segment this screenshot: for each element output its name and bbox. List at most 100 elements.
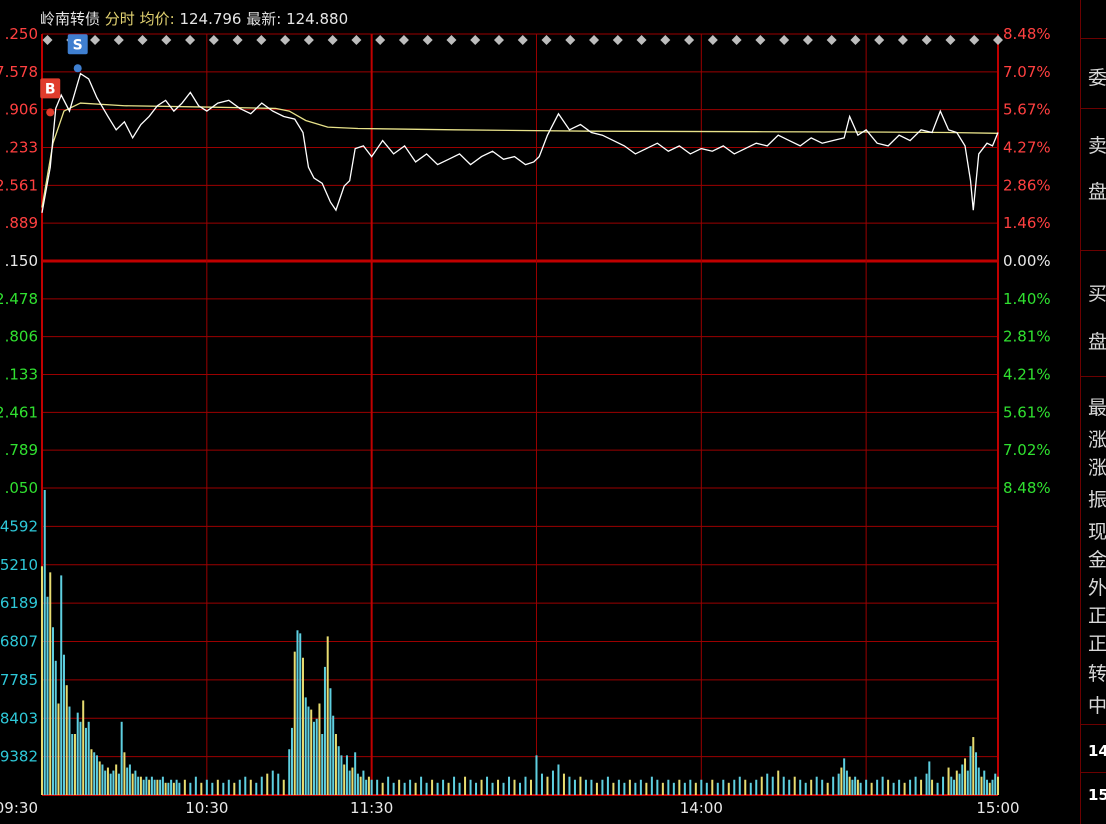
volume-bar (950, 776, 953, 795)
volume-bar (409, 779, 412, 795)
volume-bar (128, 764, 131, 795)
volume-bar (931, 779, 934, 795)
side-panel-label: 现 (1088, 521, 1106, 543)
side-panel-label: 盘 (1088, 331, 1106, 353)
event-diamond (327, 35, 338, 45)
volume-bar (650, 776, 653, 795)
side-panel-label: 外 (1088, 577, 1106, 599)
sell-point-dot (73, 64, 82, 73)
volume-bar (334, 734, 337, 795)
left-price-axis: .250 7.578 .906 .233 2.561 .889 .150 2.478 .806.… (0, 25, 38, 497)
volume-bar (733, 779, 736, 795)
volume-bar (856, 779, 859, 795)
side-quote-panel: 委卖盘买盘最涨涨振现金外正正转中 14 15 (1080, 0, 1106, 824)
chart-mode-label[interactable]: 分时 (105, 10, 135, 28)
volume-bar (398, 779, 401, 795)
volume-bar (216, 779, 219, 795)
volume-bar (936, 782, 939, 795)
volume-bar (255, 782, 258, 795)
left-price-tick: .233 (5, 139, 38, 157)
event-diamond (113, 35, 124, 45)
volume-bar (865, 779, 868, 795)
side-panel-label: 盘 (1088, 181, 1106, 203)
volume-bar (854, 776, 857, 795)
event-diamond (351, 35, 362, 45)
volume-bar (200, 782, 203, 795)
volume-bar (977, 767, 980, 795)
volume-bar (928, 761, 931, 795)
side-panel-label: 转 (1088, 663, 1106, 685)
volume-bar (749, 782, 752, 795)
volume-bar (529, 779, 532, 795)
chart-grid (41, 33, 999, 796)
volume-bar (914, 776, 917, 795)
volume-bar (793, 776, 796, 795)
volume-bar (365, 779, 368, 795)
volume-bar (782, 776, 785, 795)
volume-bar (76, 712, 79, 795)
volume-bar (447, 782, 450, 795)
volume-bar (832, 776, 835, 795)
volume-bar (326, 636, 329, 795)
volume-bar (164, 782, 167, 795)
volume-bar (139, 776, 142, 795)
event-diamond (232, 35, 243, 45)
volume-bar (845, 770, 848, 795)
volume-bar (837, 773, 840, 795)
side-panel-label: 买 (1088, 283, 1106, 305)
right-percent-tick: 7.07% (1003, 63, 1051, 81)
volume-bar (667, 779, 670, 795)
event-diamond (660, 35, 671, 45)
volume-bar (205, 779, 208, 795)
security-name: 岭南转债 (40, 10, 101, 28)
volume-bar (980, 776, 983, 795)
volume-bar (392, 782, 395, 795)
left-price-tick: .150 (5, 252, 38, 270)
volume-bar (804, 782, 807, 795)
time-tick: 15:00 (976, 799, 1019, 817)
volume-bar (425, 782, 428, 795)
volume-bar (145, 776, 148, 795)
volume-bar (60, 575, 63, 795)
left-price-tick: .133 (5, 366, 38, 384)
volume-bar (134, 770, 137, 795)
volume-bar (519, 782, 521, 795)
volume-bar (969, 746, 972, 795)
volume-bar (299, 633, 302, 795)
volume-bar (590, 779, 593, 795)
volume-bar (362, 770, 365, 795)
buy-marker-label: B (45, 81, 56, 97)
intraday-chart[interactable]: B S .250 7.578 .906 .233 2.561 .889 .150 2.478 .8… (0, 0, 1080, 824)
volume-bar (183, 779, 186, 795)
volume-bar (301, 657, 304, 795)
left-price-tick: 2.561 (0, 176, 38, 194)
volume-bar (557, 764, 560, 795)
volume-bar (843, 758, 846, 795)
volume-bar (851, 779, 854, 795)
volume-bar (238, 779, 241, 795)
volume-bar (840, 767, 843, 795)
volume-axis: 4592 5210 6189 6807 7785 8403 9382 (0, 517, 38, 765)
side-panel-label: 金 (1088, 549, 1106, 571)
volume-bar (414, 782, 417, 795)
volume-bar (513, 779, 516, 795)
volume-tick: 9382 (0, 748, 38, 766)
volume-bar (282, 779, 285, 795)
volume-bar (727, 782, 730, 795)
volume-bar (606, 776, 609, 795)
volume-bar (244, 776, 247, 795)
right-percent-tick: 1.40% (1003, 290, 1051, 308)
left-price-tick: .250 (5, 25, 38, 43)
right-percent-tick: 1.46% (1003, 214, 1051, 232)
volume-bar (524, 776, 527, 795)
event-diamond (446, 35, 457, 45)
left-price-tick: .050 (5, 479, 38, 497)
volume-bar (148, 779, 151, 795)
volume-tick: 6807 (0, 633, 38, 651)
event-diamond (802, 35, 813, 45)
volume-bar (82, 700, 85, 795)
volume-bar (233, 782, 236, 795)
volume-bar (964, 758, 967, 795)
event-diamond (897, 35, 908, 45)
volume-bar (955, 770, 958, 795)
